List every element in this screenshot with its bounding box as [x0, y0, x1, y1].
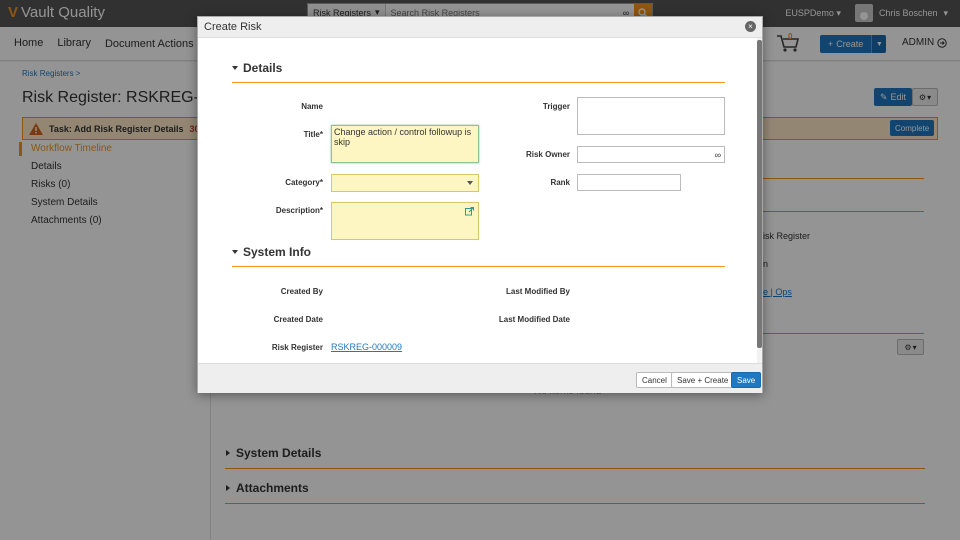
external-link-icon[interactable]	[465, 207, 474, 216]
save-create-button[interactable]: Save + Create	[671, 372, 735, 388]
title-value: Change action / control followup is skip	[334, 127, 472, 147]
trigger-label: Trigger	[542, 102, 570, 111]
dialog-header: Create Risk ×	[198, 17, 762, 38]
section-title: Details	[243, 61, 283, 75]
dialog-title: Create Risk	[204, 21, 262, 33]
section-divider	[232, 266, 725, 267]
section-details-toggle[interactable]: Details	[232, 61, 282, 75]
risk-register-link[interactable]: RSKREG-000009	[331, 342, 402, 352]
category-select[interactable]	[331, 174, 479, 192]
scrollbar-thumb[interactable]	[757, 40, 762, 348]
created-date-label: Created Date	[273, 315, 323, 324]
dialog-scrollbar[interactable]	[757, 38, 762, 363]
last-modified-by-label: Last Modified By	[505, 287, 570, 296]
title-label: Title*	[303, 130, 323, 139]
close-icon[interactable]: ×	[745, 21, 756, 32]
description-label: Description*	[275, 206, 323, 215]
caret-down-icon	[232, 66, 238, 70]
name-label: Name	[301, 102, 323, 111]
chevron-down-icon	[467, 181, 473, 185]
caret-down-icon	[232, 250, 238, 254]
trigger-field[interactable]	[577, 97, 725, 135]
save-button[interactable]: Save	[731, 372, 762, 388]
risk-register-label: Risk Register	[271, 343, 323, 352]
dialog-footer: Cancel Save + Create Save	[198, 363, 762, 393]
create-risk-dialog: Create Risk × Details Name Title* Change…	[197, 16, 763, 393]
title-field[interactable]: Change action / control followup is skip	[331, 125, 479, 163]
section-divider	[232, 82, 725, 83]
section-title: System Info	[243, 245, 312, 259]
dialog-body: Details Name Title* Change action / cont…	[198, 38, 758, 363]
risk-owner-label: Risk Owner	[525, 150, 570, 159]
binoculars-icon[interactable]: ∞	[715, 150, 721, 160]
risk-owner-field[interactable]: ∞	[577, 146, 725, 163]
description-field[interactable]	[331, 202, 479, 240]
category-label: Category*	[285, 178, 323, 187]
rank-label: Rank	[550, 178, 570, 187]
created-by-label: Created By	[280, 287, 323, 296]
section-system-info-toggle[interactable]: System Info	[232, 245, 311, 259]
cancel-button[interactable]: Cancel	[636, 372, 673, 388]
last-modified-date-label: Last Modified Date	[498, 315, 570, 324]
rank-field[interactable]	[577, 174, 681, 191]
